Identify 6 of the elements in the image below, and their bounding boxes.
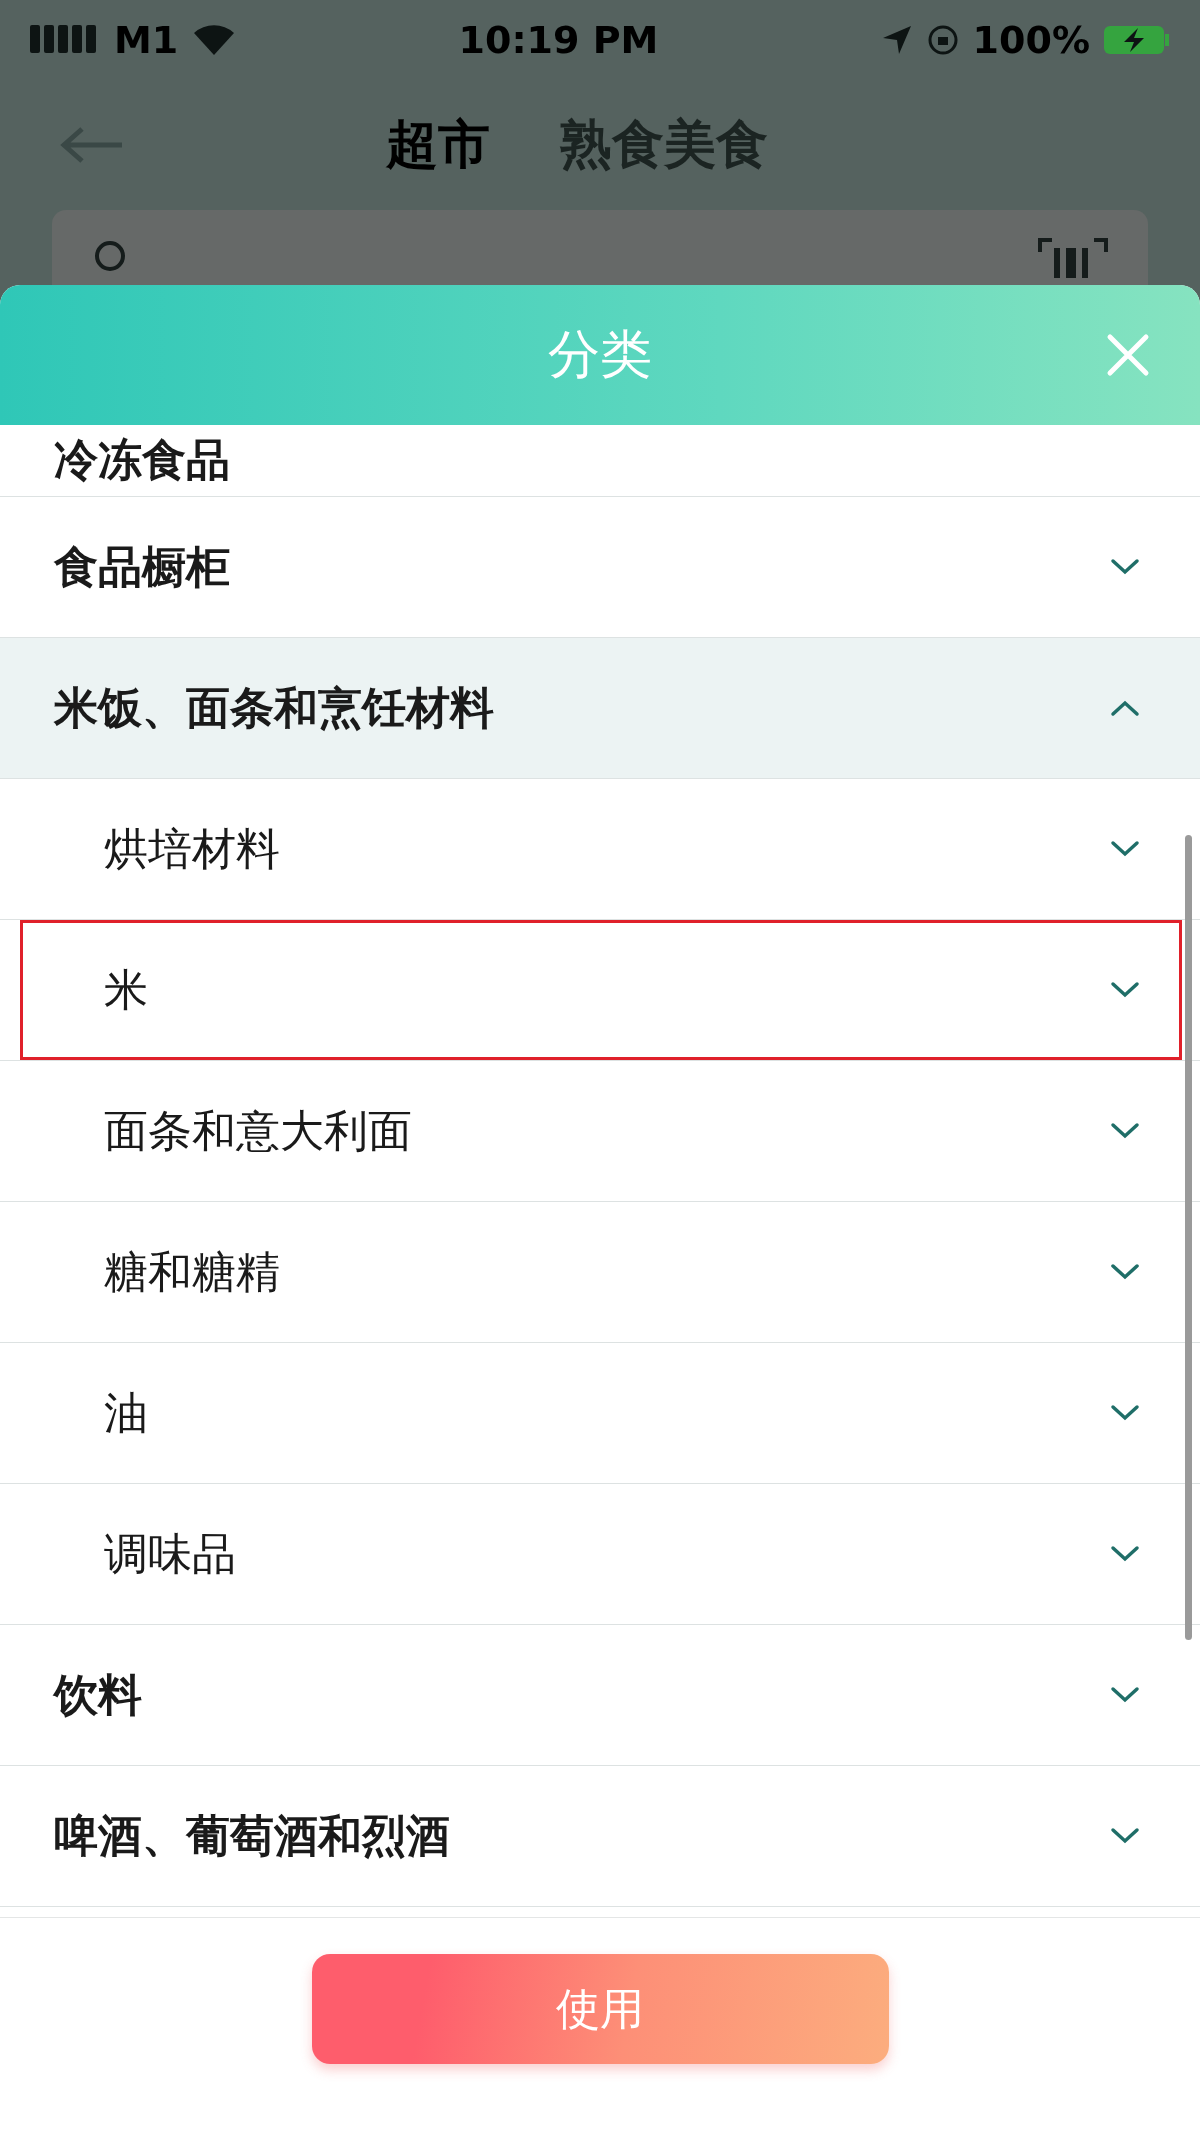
category-row[interactable]: 米饭、面条和烹饪材料 xyxy=(0,638,1200,779)
category-row[interactable]: 米 xyxy=(0,920,1200,1061)
sheet-title: 分类 xyxy=(548,323,652,386)
status-time: 10:19 PM xyxy=(458,18,659,62)
battery-percent: 100% xyxy=(972,18,1090,62)
carrier-name: M1 xyxy=(114,18,179,62)
